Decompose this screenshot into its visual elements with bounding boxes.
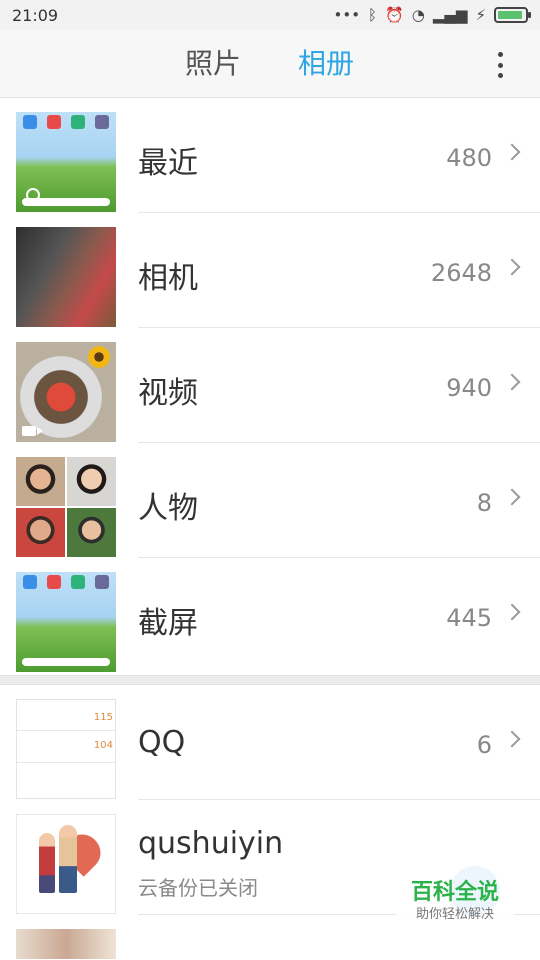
- album-row-people[interactable]: 人物 8: [0, 443, 540, 558]
- album-list: 最近 480 相机 2648 视频 940 人物 8 截屏 445 115 10…: [0, 98, 540, 959]
- status-icons: ••• ᛒ ⏰ ◔ ▂▄▆ ⚡: [333, 6, 531, 24]
- tab-albums[interactable]: 相册: [298, 46, 354, 82]
- recent-clock-icon: [26, 188, 40, 202]
- album-row-screenshots[interactable]: 截屏 445: [0, 558, 540, 673]
- battery-icon: [494, 7, 531, 23]
- video-camera-icon: [22, 426, 43, 436]
- album-subtitle: 云备份已关闭: [138, 876, 258, 900]
- album-row-recent[interactable]: 最近 480: [0, 98, 540, 213]
- album-name: qushuiyin: [138, 826, 284, 861]
- album-count: 940: [446, 374, 492, 402]
- chevron-right-icon: [503, 730, 521, 748]
- album-name: 人物: [138, 491, 198, 526]
- album-thumbnail: [16, 342, 116, 442]
- alarm-icon: ⏰: [385, 6, 404, 24]
- watermark: 百科全说 助你轻松解决: [396, 866, 514, 930]
- album-thumbnail: 115 104: [16, 699, 116, 799]
- chevron-right-icon: [503, 258, 521, 276]
- album-name: QQ: [138, 725, 186, 760]
- chevron-right-icon: [503, 373, 521, 391]
- album-name: 截屏: [138, 606, 198, 641]
- thumb-number: 104: [93, 740, 113, 751]
- bluetooth-icon: ᛒ: [368, 6, 378, 24]
- watermark-subtitle: 助你轻松解决: [415, 907, 494, 922]
- wifi-icon: ◔: [411, 6, 425, 24]
- album-row-camera[interactable]: 相机 2648: [0, 213, 540, 328]
- album-row-qq[interactable]: 115 104 QQ 6: [0, 685, 540, 800]
- album-thumbnail: [16, 814, 116, 914]
- watermark-title: 百科全说: [410, 880, 499, 905]
- status-bar: 21:09 ••• ᛒ ⏰ ◔ ▂▄▆ ⚡: [0, 0, 540, 30]
- thumb-number: 115: [93, 712, 113, 723]
- status-time: 21:09: [12, 5, 59, 25]
- more-options-icon[interactable]: [490, 48, 510, 82]
- chevron-right-icon: [503, 488, 521, 506]
- section-divider: [0, 675, 540, 685]
- album-thumbnail: [16, 457, 116, 557]
- album-name: 视频: [138, 376, 198, 411]
- album-row-video[interactable]: 视频 940: [0, 328, 540, 443]
- album-count: 445: [446, 604, 492, 632]
- header: 照片 相册: [0, 30, 540, 98]
- album-thumbnail: [16, 572, 116, 672]
- album-count: 8: [476, 489, 492, 517]
- signal-icon: ▂▄▆: [432, 6, 468, 24]
- charging-icon: ⚡: [475, 6, 486, 24]
- more-dots-icon: •••: [333, 6, 361, 24]
- album-name: 最近: [138, 146, 198, 181]
- tab-photos[interactable]: 照片: [185, 46, 241, 82]
- album-thumbnail: [16, 227, 116, 327]
- album-thumbnail: [16, 112, 116, 212]
- album-count: 2648: [430, 259, 492, 287]
- album-count: 480: [446, 144, 492, 172]
- album-name: 相机: [138, 261, 198, 296]
- album-thumbnail: [16, 929, 116, 959]
- chevron-right-icon: [503, 603, 521, 621]
- chevron-right-icon: [503, 143, 521, 161]
- album-count: 6: [476, 731, 492, 759]
